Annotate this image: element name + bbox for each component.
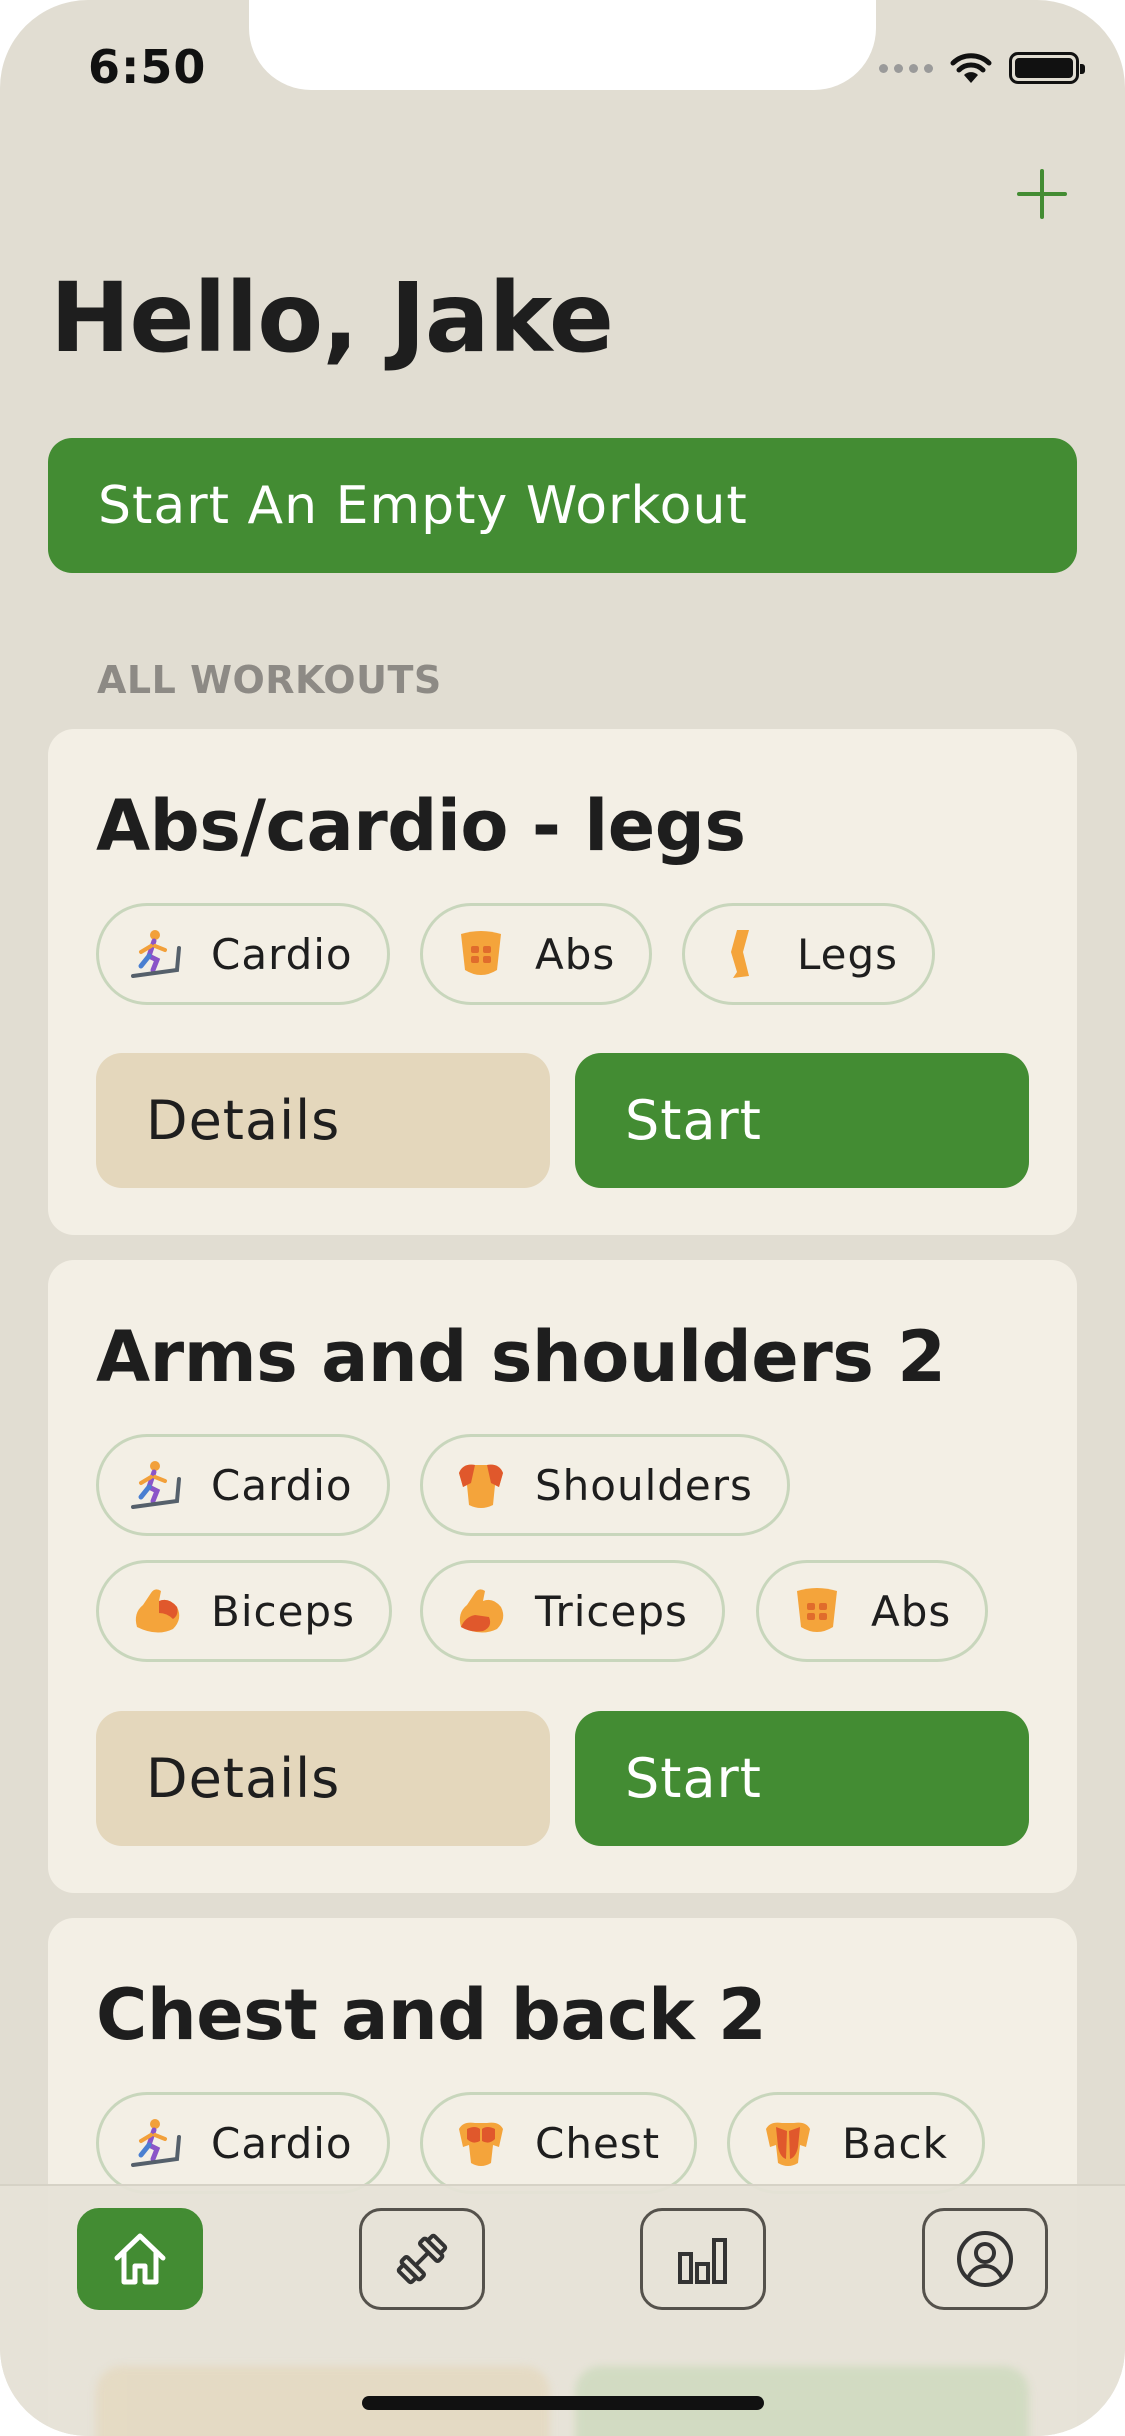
- treadmill-icon: [131, 2119, 181, 2167]
- tag-label: Biceps: [211, 1586, 355, 1636]
- plus-icon[interactable]: [1016, 168, 1068, 220]
- start-button[interactable]: Start: [575, 1711, 1029, 1846]
- home-icon: [114, 2233, 166, 2285]
- tab-home[interactable]: [77, 2208, 203, 2310]
- tag-chip: Abs: [756, 1560, 989, 1662]
- leg-icon: [731, 930, 749, 978]
- tag-label: Back: [842, 2118, 948, 2168]
- tag-label: Abs: [871, 1586, 952, 1636]
- workout-card: Abs/cardio - legs Cardio Abs Legs Detail…: [48, 729, 1077, 1235]
- wifi-icon: [950, 53, 992, 83]
- treadmill-icon: [131, 1461, 181, 1509]
- bar-chart-icon: [678, 2238, 727, 2284]
- back-icon: [766, 2122, 810, 2166]
- tag-chip: Cardio: [96, 903, 390, 1005]
- page-title: Hello, Jake: [50, 262, 614, 374]
- tag-label: Triceps: [535, 1586, 688, 1636]
- home-indicator: [362, 2396, 764, 2410]
- tag-chip: Shoulders: [420, 1434, 790, 1536]
- start-button[interactable]: Start: [575, 1053, 1029, 1188]
- tab-workouts[interactable]: [359, 2208, 485, 2310]
- chest-icon: [459, 2122, 503, 2166]
- start-empty-workout-button[interactable]: Start An Empty Workout: [48, 438, 1077, 573]
- tag-chip: Biceps: [96, 1560, 392, 1662]
- section-title: ALL WORKOUTS: [97, 658, 442, 702]
- tag-label: Shoulders: [535, 1460, 753, 1510]
- dumbbell-icon: [396, 2233, 448, 2285]
- tab-stats[interactable]: [640, 2208, 766, 2310]
- tag-chip: Legs: [682, 903, 936, 1005]
- workout-title: Abs/cardio - legs: [96, 785, 746, 867]
- triceps-icon: [459, 1589, 504, 1633]
- workout-title: Chest and back 2: [96, 1974, 767, 2056]
- biceps-icon: [135, 1589, 180, 1633]
- tag-label: Chest: [535, 2118, 661, 2168]
- tag-chip: Cardio: [96, 1434, 390, 1536]
- tag-label: Cardio: [211, 929, 353, 979]
- abs-icon: [461, 931, 501, 975]
- workout-card: Arms and shoulders 2 Cardio Shoulders Bi…: [48, 1260, 1077, 1893]
- profile-icon: [957, 2231, 1013, 2287]
- battery-icon: [1009, 52, 1085, 84]
- tab-profile[interactable]: [922, 2208, 1048, 2310]
- tag-chip: Back: [727, 2092, 985, 2194]
- tag-chip: Abs: [420, 903, 653, 1005]
- tag-chip: Cardio: [96, 2092, 390, 2194]
- abs-icon: [797, 1588, 837, 1632]
- details-button[interactable]: Details: [96, 1711, 550, 1846]
- tag-label: Cardio: [211, 1460, 353, 1510]
- notch: [249, 0, 876, 90]
- app-screen: 6:50 Hello, Jake Start An Empty Workout …: [0, 0, 1125, 2436]
- treadmill-icon: [131, 930, 181, 978]
- tag-label: Legs: [797, 929, 899, 979]
- tag-label: Cardio: [211, 2118, 353, 2168]
- workout-title: Arms and shoulders 2: [96, 1316, 946, 1398]
- status-icons: [879, 48, 1085, 88]
- status-time: 6:50: [88, 40, 207, 94]
- shoulders-icon: [459, 1464, 503, 1508]
- cellular-signal-icon: [879, 63, 933, 73]
- tag-chip: Chest: [420, 2092, 698, 2194]
- details-button[interactable]: Details: [96, 1053, 550, 1188]
- tag-label: Abs: [535, 929, 616, 979]
- tag-chip: Triceps: [420, 1560, 725, 1662]
